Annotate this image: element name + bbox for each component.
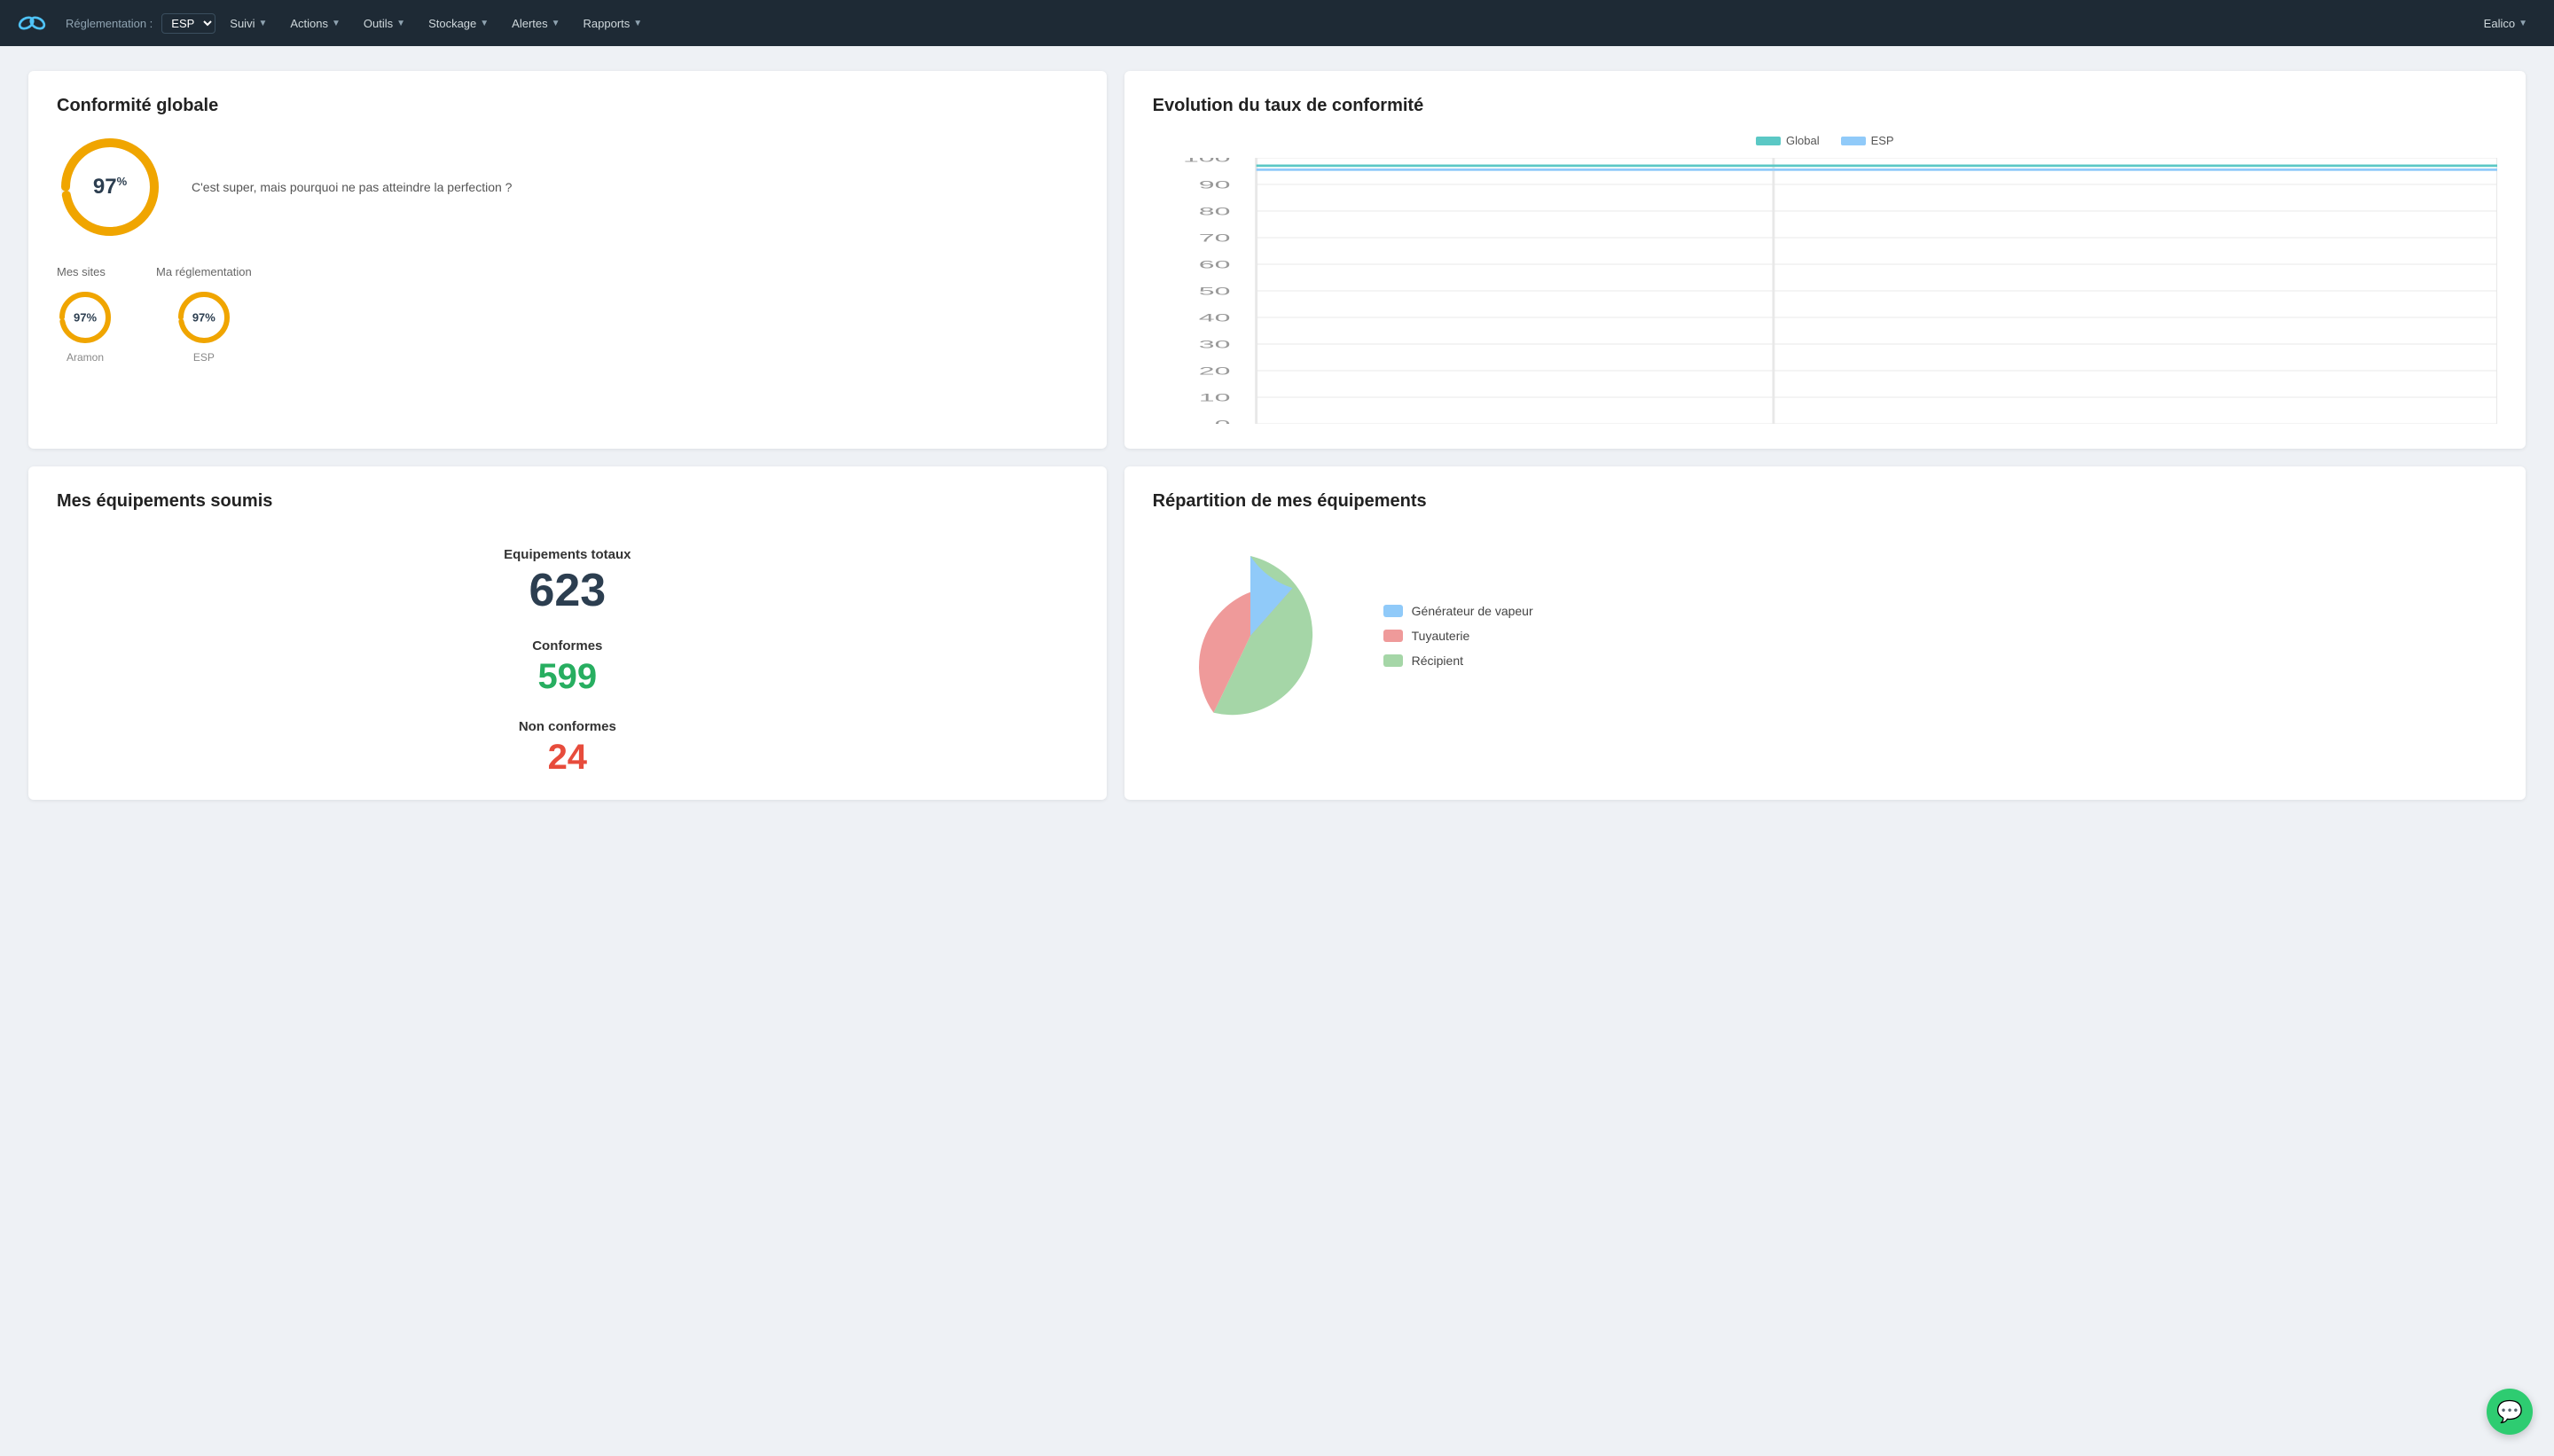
actions-chevron-icon: ▼ — [332, 19, 341, 28]
esp-label: ESP — [1871, 134, 1894, 147]
repartition-card: Répartition de mes équipements — [1124, 466, 2526, 800]
nav-actions[interactable]: Actions ▼ — [281, 12, 349, 35]
nav-alertes[interactable]: Alertes ▼ — [503, 12, 568, 35]
svg-text:60: 60 — [1198, 259, 1230, 271]
generateur-swatch — [1383, 605, 1403, 617]
svg-text:20: 20 — [1198, 365, 1230, 378]
main-donut-chart: 97% — [57, 134, 163, 240]
equipements-title: Mes équipements soumis — [57, 491, 1078, 512]
evolution-title: Evolution du taux de conformité — [1153, 96, 2497, 116]
chart-legend: Global ESP — [1153, 134, 2497, 147]
legend-tuyauterie: Tuyauterie — [1383, 629, 1533, 643]
equipements-content: Equipements totaux 623 Conformes 599 Non… — [57, 529, 1078, 775]
pie-chart — [1153, 538, 1348, 733]
legend-esp: ESP — [1841, 134, 1894, 147]
svg-text:40: 40 — [1198, 312, 1230, 325]
user-chevron-icon: ▼ — [2519, 19, 2527, 28]
svg-text:30: 30 — [1198, 339, 1230, 351]
legend-generateur: Générateur de vapeur — [1383, 604, 1533, 618]
evolution-card: Evolution du taux de conformité Global E… — [1124, 71, 2526, 449]
repartition-title: Répartition de mes équipements — [1153, 491, 2497, 512]
conformite-message: C'est super, mais pourquoi ne pas attein… — [192, 178, 512, 197]
aramon-donut-group: 97% Aramon — [57, 289, 114, 364]
nav-outils[interactable]: Outils ▼ — [355, 12, 414, 35]
main-content: Conformité globale 97% C'est super, mais… — [0, 46, 2554, 825]
nav-suivi[interactable]: Suivi ▼ — [221, 12, 276, 35]
conformite-top-section: 97% C'est super, mais pourquoi ne pas at… — [57, 134, 1078, 240]
regulation-label: Réglementation : — [66, 17, 153, 30]
stockage-chevron-icon: ▼ — [480, 19, 489, 28]
svg-text:10: 10 — [1198, 392, 1230, 404]
total-value: 623 — [529, 568, 606, 614]
chat-icon: 💬 — [2496, 1399, 2523, 1425]
non-conformes-value: 24 — [548, 740, 588, 775]
svg-text:80: 80 — [1198, 206, 1230, 218]
tuyauterie-swatch — [1383, 630, 1403, 642]
navbar: Réglementation : ESP Suivi ▼ Actions ▼ O… — [0, 0, 2554, 46]
nav-rapports[interactable]: Rapports ▼ — [575, 12, 652, 35]
suivi-chevron-icon: ▼ — [258, 19, 267, 28]
esp-label: ESP — [193, 351, 215, 364]
conformes-value: 599 — [537, 659, 597, 694]
conformite-bottom-section: Mes sites 97% Aramon Ma réglementation — [57, 265, 1078, 364]
aramon-donut: 97% — [57, 289, 114, 346]
svg-text:70: 70 — [1198, 232, 1230, 245]
aramon-percent: 97% — [74, 311, 97, 325]
svg-text:50: 50 — [1198, 286, 1230, 298]
esp-percent: 97% — [192, 311, 215, 325]
recipient-swatch — [1383, 654, 1403, 667]
ma-reglementation-section: Ma réglementation 97% ESP — [156, 265, 252, 364]
svg-text:0: 0 — [1214, 419, 1230, 424]
legend-global: Global — [1756, 134, 1820, 147]
legend-recipient: Récipient — [1383, 654, 1533, 668]
esp-swatch — [1841, 137, 1866, 145]
global-label: Global — [1786, 134, 1820, 147]
svg-text:100: 100 — [1183, 158, 1231, 164]
generateur-label: Générateur de vapeur — [1412, 604, 1533, 618]
user-menu[interactable]: Ealico ▼ — [2473, 12, 2538, 35]
esp-donut-group: 97% ESP — [156, 289, 252, 364]
conformite-title: Conformité globale — [57, 96, 1078, 116]
outils-chevron-icon: ▼ — [396, 19, 405, 28]
global-swatch — [1756, 137, 1781, 145]
svg-text:90: 90 — [1198, 179, 1230, 192]
repartition-content: Générateur de vapeur Tuyauterie Récipien… — [1153, 529, 2497, 733]
non-conformes-label: Non conformes — [519, 719, 616, 734]
esp-donut: 97% — [176, 289, 232, 346]
ma-reglementation-label: Ma réglementation — [156, 265, 252, 278]
main-donut-value: 97% — [93, 175, 127, 200]
mes-sites-label: Mes sites — [57, 265, 114, 278]
regulation-select[interactable]: ESP — [161, 13, 215, 34]
nav-stockage[interactable]: Stockage ▼ — [419, 12, 497, 35]
pie-legend: Générateur de vapeur Tuyauterie Récipien… — [1383, 604, 1533, 668]
chat-button[interactable]: 💬 — [2487, 1389, 2533, 1435]
tuyauterie-label: Tuyauterie — [1412, 629, 1470, 643]
equipements-card: Mes équipements soumis Equipements totau… — [28, 466, 1107, 800]
alertes-chevron-icon: ▼ — [552, 19, 560, 28]
conformes-label: Conformes — [532, 638, 602, 654]
logo — [16, 7, 48, 39]
conformite-globale-card: Conformité globale 97% C'est super, mais… — [28, 71, 1107, 449]
aramon-label: Aramon — [67, 351, 104, 364]
evolution-chart-area: 100 90 80 70 60 50 40 30 20 10 0 Septemb… — [1153, 158, 2497, 424]
total-label: Equipements totaux — [504, 547, 631, 562]
rapports-chevron-icon: ▼ — [633, 19, 642, 28]
recipient-label: Récipient — [1412, 654, 1463, 668]
mes-sites-section: Mes sites 97% Aramon — [57, 265, 114, 364]
